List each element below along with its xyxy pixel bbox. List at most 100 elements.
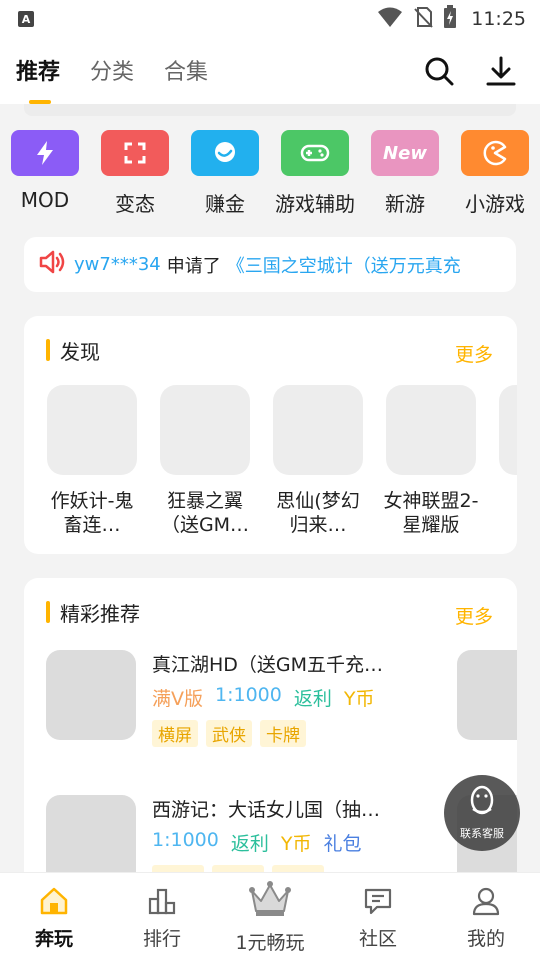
nav-label: 社区 bbox=[358, 928, 397, 950]
community-icon bbox=[362, 885, 394, 917]
shortcut-label: 变态 bbox=[115, 192, 155, 216]
feature-tag: Y币 bbox=[280, 833, 312, 855]
customer-service-label: 联系客服 bbox=[460, 827, 504, 840]
nav-community[interactable]: 社区 bbox=[324, 873, 432, 960]
game-thumbnail bbox=[160, 385, 250, 475]
tab-category[interactable]: 分类 bbox=[90, 54, 134, 86]
genre-chip: 武侠 bbox=[206, 720, 252, 747]
game-feature-tags: 满V版 1:1000 返利 Y币 bbox=[152, 684, 374, 711]
feature-tag: 1:1000 bbox=[215, 684, 282, 706]
game-name: 狂暴之翼（送GM… bbox=[160, 490, 250, 536]
shortcut-mod[interactable]: MOD bbox=[10, 130, 80, 212]
app-notification-icon: A bbox=[18, 11, 34, 27]
shortcut-label: 游戏辅助 bbox=[275, 192, 355, 216]
top-header: 推荐 分类 合集 bbox=[0, 38, 540, 104]
game-name: 女神联盟2-星耀版 bbox=[383, 490, 479, 536]
shortcut-label: MOD bbox=[20, 188, 70, 212]
customer-service-button[interactable]: 联系客服 bbox=[444, 775, 520, 851]
shortcut-biantai[interactable]: 变态 bbox=[100, 130, 170, 217]
discover-section: 发现 更多 作妖计-鬼畜连… 狂暴之翼（送GM… 思仙(梦幻归来… 女神联盟2-… bbox=[24, 316, 517, 554]
frame-icon bbox=[101, 130, 169, 176]
status-time: 11:25 bbox=[471, 8, 526, 30]
nav-home[interactable]: 奔玩 bbox=[0, 873, 108, 960]
game-thumbnail bbox=[47, 385, 137, 475]
game-title: 西游记：大话女儿国（抽… bbox=[152, 799, 381, 821]
feature-tag: 1:1000 bbox=[152, 829, 219, 851]
nav-ranking[interactable]: 排行 bbox=[108, 873, 216, 960]
nav-label: 排行 bbox=[142, 928, 181, 950]
next-game-thumbnail[interactable] bbox=[457, 650, 517, 740]
featured-game[interactable]: 真江湖HD（送GM五千充… 满V版 1:1000 返利 Y币 横屏 武侠 卡牌 bbox=[46, 650, 516, 770]
title-accent-bar bbox=[46, 339, 50, 361]
shortcut-game-assist[interactable]: 游戏辅助 bbox=[275, 130, 355, 217]
discover-more-link[interactable]: 更多 bbox=[455, 340, 493, 367]
shortcut-label: 新游 bbox=[385, 192, 425, 216]
genre-chip: 卡牌 bbox=[260, 720, 306, 747]
title-accent-bar bbox=[46, 601, 50, 623]
discover-game[interactable]: 群 bbox=[498, 385, 517, 513]
ranking-icon bbox=[146, 885, 178, 917]
new-icon: New bbox=[371, 130, 439, 176]
section-title: 发现 bbox=[46, 338, 100, 364]
game-thumbnail bbox=[273, 385, 363, 475]
game-thumbnail bbox=[499, 385, 517, 475]
game-name: 思仙(梦幻归来… bbox=[276, 490, 360, 536]
notice-game: 《三国之空城计（送万元真充 bbox=[226, 255, 461, 277]
bottom-navigation: 奔玩 排行 1元畅玩 社区 我的 bbox=[0, 872, 540, 960]
featured-more-link[interactable]: 更多 bbox=[455, 602, 493, 629]
discover-game[interactable]: 作妖计-鬼畜连… bbox=[46, 385, 138, 537]
game-thumbnail bbox=[46, 650, 136, 740]
crown-icon bbox=[248, 879, 292, 919]
nav-label: 1元畅玩 bbox=[235, 932, 305, 954]
shortcut-earn[interactable]: 赚金 bbox=[190, 130, 260, 217]
nav-one-yuan-play[interactable]: 1元畅玩 bbox=[216, 873, 324, 960]
shortcut-mini-games[interactable]: 小游戏 bbox=[460, 130, 530, 217]
banner-edge bbox=[24, 104, 516, 116]
application-notice[interactable]: yw7***34 申请了 《三国之空城计（送万元真充 bbox=[24, 237, 516, 292]
feature-tag: 满V版 bbox=[152, 688, 203, 710]
genre-chip bbox=[272, 865, 324, 872]
game-name: 作妖计-鬼畜连… bbox=[50, 490, 134, 536]
shortcut-label: 小游戏 bbox=[465, 192, 525, 216]
nav-profile[interactable]: 我的 bbox=[432, 873, 540, 960]
feature-tag: 礼包 bbox=[323, 833, 362, 855]
speaker-icon bbox=[38, 250, 66, 279]
search-icon[interactable] bbox=[422, 54, 456, 88]
penguin-icon bbox=[467, 785, 497, 821]
nav-label: 我的 bbox=[466, 928, 505, 950]
game-name: 群 bbox=[494, 489, 517, 513]
gamepad-icon bbox=[281, 130, 349, 176]
battery-charging-icon bbox=[443, 5, 457, 33]
wifi-icon bbox=[377, 6, 403, 32]
feature-tag: 返利 bbox=[230, 833, 269, 855]
game-title: 真江湖HD（送GM五千充… bbox=[152, 654, 384, 676]
game-genre-chips: 横屏 武侠 卡牌 bbox=[152, 720, 306, 747]
game-feature-tags: 1:1000 返利 Y币 礼包 bbox=[152, 829, 361, 856]
tab-collection[interactable]: 合集 bbox=[164, 54, 208, 86]
feature-tag: 返利 bbox=[293, 688, 332, 710]
tab-recommend[interactable]: 推荐 bbox=[16, 54, 60, 86]
nav-label: 奔玩 bbox=[34, 928, 73, 950]
shortcut-label: 赚金 bbox=[205, 192, 245, 216]
discover-game[interactable]: 思仙(梦幻归来… bbox=[272, 385, 364, 537]
game-genre-chips bbox=[152, 865, 324, 872]
new-badge-text: New bbox=[383, 142, 427, 164]
status-bar: A 11:25 bbox=[0, 0, 540, 38]
genre-chip: 横屏 bbox=[152, 720, 198, 747]
section-title: 精彩推荐 bbox=[46, 600, 140, 626]
shortcut-new-games[interactable]: New 新游 bbox=[370, 130, 440, 217]
discover-game[interactable]: 狂暴之翼（送GM… bbox=[159, 385, 251, 537]
genre-chip bbox=[212, 865, 264, 872]
notice-action: 申请了 bbox=[166, 255, 221, 277]
discover-title: 发现 bbox=[60, 339, 100, 364]
category-shortcuts: MOD 变态 赚金 游戏辅助 New 新游 小游戏 bbox=[10, 130, 540, 220]
feature-tag: Y币 bbox=[343, 688, 375, 710]
download-icon[interactable] bbox=[484, 54, 518, 88]
genre-chip bbox=[152, 865, 204, 872]
featured-section: 精彩推荐 更多 真江湖HD（送GM五千充… 满V版 1:1000 返利 Y币 横… bbox=[24, 578, 517, 872]
discover-game[interactable]: 女神联盟2-星耀版 bbox=[384, 385, 478, 537]
bolt-icon bbox=[11, 130, 79, 176]
notice-user: yw7***34 bbox=[74, 254, 161, 275]
game-thumbnail bbox=[46, 795, 136, 872]
home-icon bbox=[38, 885, 70, 917]
